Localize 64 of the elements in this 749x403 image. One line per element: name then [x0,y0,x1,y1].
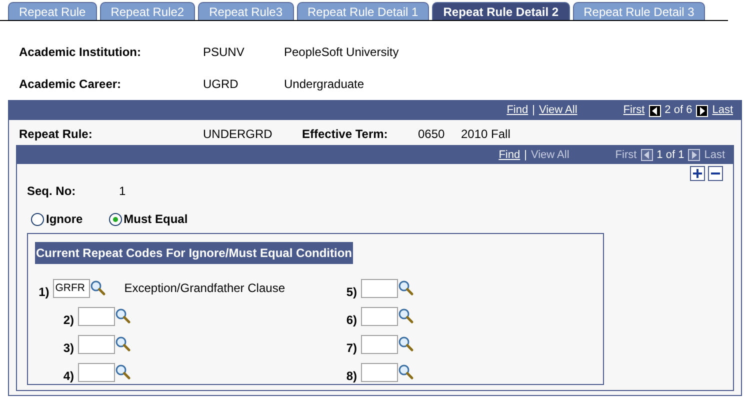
tab[interactable]: Repeat Rule3 [198,2,294,20]
field-value: 1 [119,183,126,200]
code-number: 1) [38,284,50,301]
tab[interactable]: Repeat Rule Detail 3 [572,2,706,20]
search-icon[interactable] [90,280,106,296]
field-description: Undergraduate [284,76,364,93]
tab[interactable]: Repeat Rule2 [100,2,196,20]
code-number: 6) [345,312,358,329]
radio-label: Must Equal [124,211,188,228]
code-number: 5) [345,284,358,301]
radio-label: Ignore [46,211,83,228]
find-link[interactable]: Find [498,146,520,164]
plus-icon [693,169,702,178]
tab[interactable]: Repeat Rule [8,2,97,20]
link-separator: | [532,103,535,118]
search-icon[interactable] [398,280,414,296]
field-value: UGRD [203,76,240,93]
code-number: 4) [62,368,75,385]
radio-button[interactable] [31,212,44,226]
field-label: Repeat Rule: [19,126,94,142]
delete-row-button[interactable] [708,166,723,181]
first-link[interactable]: First [623,102,645,119]
last-link[interactable]: Last [712,102,733,119]
field-description: 2010 Fall [461,126,510,142]
view-all-link[interactable]: View All [538,102,578,119]
row-count: 2 of 6 [664,103,692,118]
code-number: 8) [345,368,358,385]
field-value: 0650 [418,126,446,142]
code-description: Exception/Grandfather Clause [124,280,285,297]
code-number: 3) [62,340,75,357]
repeat-code-field[interactable] [78,362,115,382]
repeat-code-field[interactable] [361,362,398,382]
field-description: PeopleSoft University [284,44,399,61]
search-icon[interactable] [398,336,414,352]
repeat-code-field[interactable] [361,306,398,326]
add-row-button[interactable] [690,166,705,181]
search-icon[interactable] [398,364,414,380]
code-number: 7) [345,340,358,357]
field-value: UNDERGRD [203,126,274,142]
first-link[interactable]: First [615,146,637,164]
group-title: Current Repeat Codes For Ignore/Must Equal Condition [35,242,354,264]
radio-button[interactable] [108,212,122,226]
search-icon[interactable] [398,308,414,324]
last-link[interactable]: Last [704,146,725,164]
row-count: 1 of 1 [656,148,684,163]
field-label: Academic Institution: [19,44,142,61]
link-separator: | [524,148,527,163]
search-icon[interactable] [115,336,131,352]
search-icon[interactable] [115,364,131,380]
repeat-code-field[interactable] [78,306,115,326]
view-all-link[interactable]: View All [530,146,570,164]
field-label: Academic Career: [19,76,122,93]
repeat-code-field[interactable] [361,334,398,354]
field-label: Effective Term: [302,126,389,142]
repeat-code-field[interactable]: GRFR [53,278,90,298]
code-number: 2) [62,312,75,329]
field-label: Seq. No: [27,183,77,200]
repeat-code-field[interactable] [361,278,398,298]
search-icon[interactable] [115,308,131,324]
field-value: PSUNV [203,44,246,61]
repeat-code-field[interactable] [78,334,115,354]
tab[interactable]: Repeat Rule Detail 1 [296,2,430,20]
find-link[interactable]: Find [506,102,528,119]
tab[interactable]: Repeat Rule Detail 2 [432,2,570,20]
